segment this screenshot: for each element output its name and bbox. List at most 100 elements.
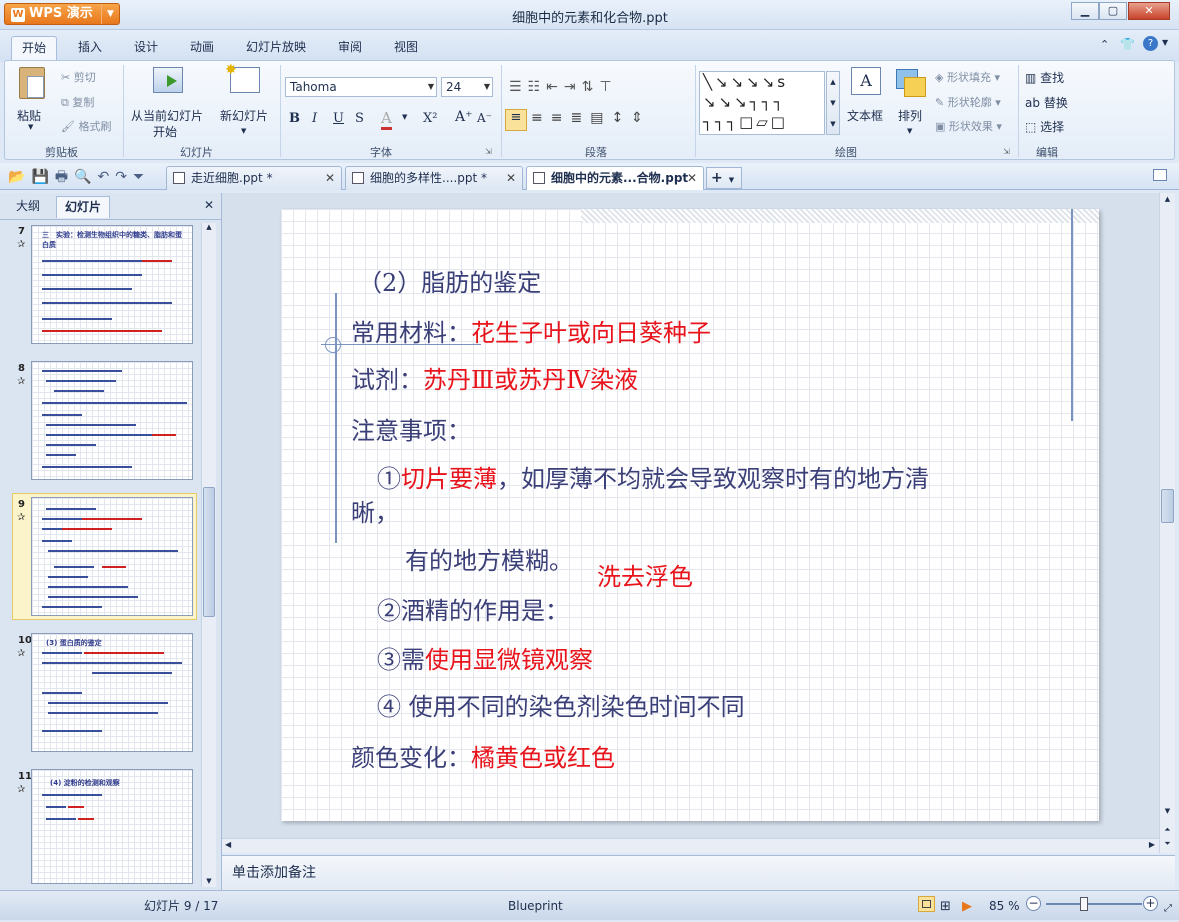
shapes-gallery-scroll[interactable]: ▲ ▼ ▼ bbox=[826, 71, 840, 135]
font-dialog-launcher-icon[interactable]: ⇲ bbox=[485, 147, 492, 156]
paragraph-spacing-icon[interactable]: ⇕ bbox=[631, 110, 651, 126]
maximize-button[interactable]: ▢ bbox=[1099, 2, 1127, 20]
bullet-list-icon[interactable]: ☰ bbox=[509, 79, 528, 95]
justify-icon[interactable]: ≣ bbox=[570, 110, 590, 126]
bold-button[interactable]: B bbox=[289, 111, 300, 126]
textbox-button[interactable]: A 文本框 bbox=[845, 65, 889, 137]
line-spacing-icon[interactable]: ↕ bbox=[611, 110, 631, 126]
window-layout-icon[interactable] bbox=[1153, 169, 1167, 181]
next-slide-icon[interactable]: ⏷ bbox=[1160, 839, 1175, 849]
tab-view[interactable]: 视图 bbox=[384, 36, 428, 62]
scroll-down-icon[interactable]: ▼ bbox=[202, 877, 216, 885]
scroll-left-icon[interactable]: ◀ bbox=[225, 840, 231, 849]
decrease-indent-icon[interactable]: ⇤ bbox=[546, 79, 564, 95]
doc-tab-2[interactable]: 细胞的多样性....ppt * ✕ bbox=[345, 166, 523, 190]
slides-scrollbar[interactable]: ▲ ▼ bbox=[201, 223, 216, 887]
chevron-down-icon[interactable]: ▼ bbox=[402, 113, 407, 121]
slide-thumbnail-9[interactable] bbox=[31, 497, 193, 616]
new-tab-button[interactable]: + ▼ bbox=[706, 167, 742, 189]
wps-app-menu-button[interactable]: W WPS 演示 ▼ bbox=[4, 3, 120, 25]
align-left-button[interactable]: ≡ bbox=[505, 109, 527, 131]
close-tab-icon[interactable]: ✕ bbox=[506, 167, 516, 189]
font-name-select[interactable]: Tahoma ▼ bbox=[285, 77, 437, 97]
superscript-button[interactable]: X² bbox=[423, 111, 437, 126]
editor-horizontal-scrollbar[interactable]: ◀ ▶ bbox=[222, 838, 1159, 853]
slide-thumbnail-8[interactable] bbox=[31, 361, 193, 480]
doc-tab-3[interactable]: 细胞中的元素...合物.ppt ✕ bbox=[526, 166, 704, 190]
slide-thumbnail-7[interactable]: 三 实验：检测生物组织中的糖类、脂肪和蛋白质 bbox=[31, 225, 193, 344]
customize-toolbar-icon[interactable]: ⏷ bbox=[133, 169, 150, 185]
shape-outline-button[interactable]: ✎ 形状轮廓 ▾ bbox=[935, 94, 1001, 110]
close-tab-icon[interactable]: ✕ bbox=[325, 167, 335, 189]
arrange-button[interactable]: 排列 ▼ bbox=[890, 65, 930, 137]
previous-slide-icon[interactable]: ⏶ bbox=[1160, 825, 1175, 835]
close-tab-icon[interactable]: ✕ bbox=[687, 167, 697, 189]
tab-insert[interactable]: 插入 bbox=[68, 36, 112, 62]
zoom-out-button[interactable]: − bbox=[1026, 896, 1041, 911]
format-painter-button[interactable]: 🖌 格式刷 bbox=[61, 118, 111, 134]
tab-home[interactable]: 开始 bbox=[11, 36, 58, 62]
collapse-ribbon-icon[interactable]: ⌃ bbox=[1100, 38, 1109, 51]
copy-button[interactable]: ⧉ 复制 bbox=[61, 94, 94, 110]
tab-outline[interactable]: 大纲 bbox=[8, 196, 48, 218]
scroll-thumb[interactable] bbox=[203, 487, 215, 617]
shapes-gallery[interactable]: ╲↘↘↘↘ꜱ ↘↘↘┐┐┐ ┐┐┐□▱□ bbox=[699, 71, 825, 135]
zoom-in-button[interactable]: + bbox=[1143, 896, 1158, 911]
distribute-icon[interactable]: ▤ bbox=[590, 110, 611, 126]
text-direction-icon[interactable]: ⇅ bbox=[582, 79, 600, 95]
shape-fill-button[interactable]: ◈ 形状填充 ▾ bbox=[935, 69, 1000, 85]
help-dropdown-icon[interactable]: ▼ bbox=[1162, 38, 1168, 47]
increase-indent-icon[interactable]: ⇥ bbox=[564, 79, 582, 95]
slide-thumbnail-11[interactable]: (4) 淀粉的检测和观察 bbox=[31, 769, 193, 884]
select-button[interactable]: ⬚ 选择 bbox=[1025, 118, 1064, 135]
replace-button[interactable]: ab 替换 bbox=[1025, 94, 1068, 111]
new-slide-button[interactable]: ✸ 新幻灯片 ▼ bbox=[218, 62, 274, 137]
close-button[interactable]: ✕ bbox=[1128, 2, 1170, 20]
minimize-button[interactable]: ▁ bbox=[1071, 2, 1099, 20]
zoom-slider[interactable] bbox=[1046, 903, 1142, 905]
tab-slides[interactable]: 幻灯片 bbox=[56, 196, 111, 218]
align-center-icon[interactable]: ≡ bbox=[531, 110, 551, 126]
tab-slideshow[interactable]: 幻灯片放映 bbox=[236, 36, 316, 62]
fit-window-icon[interactable]: ⤢ bbox=[1164, 896, 1172, 922]
undo-icon[interactable]: ↶ bbox=[98, 169, 116, 185]
cut-button[interactable]: ✂ 剪切 bbox=[61, 69, 96, 85]
underline-button[interactable]: U bbox=[333, 111, 344, 126]
font-color-button[interactable]: A bbox=[381, 109, 392, 130]
slideshow-view-icon[interactable]: ▶ bbox=[962, 894, 972, 920]
zoom-slider-thumb[interactable] bbox=[1080, 897, 1088, 911]
print-preview-icon[interactable]: 🔍 bbox=[74, 169, 97, 185]
align-right-icon[interactable]: ≡ bbox=[551, 110, 571, 126]
scroll-right-icon[interactable]: ▶ bbox=[1149, 840, 1155, 849]
tab-review[interactable]: 审阅 bbox=[328, 36, 372, 62]
skin-icon[interactable]: 👕 bbox=[1120, 37, 1135, 51]
slide-canvas[interactable]: （2）脂肪的鉴定 常用材料：花生子叶或向日葵种子 试剂：苏丹Ⅲ或苏丹Ⅳ染液 注意… bbox=[281, 209, 1099, 821]
shrink-font-button[interactable]: A⁻ bbox=[477, 111, 492, 125]
print-icon[interactable]: 🖶 bbox=[55, 169, 74, 185]
paste-button[interactable]: 粘贴 ▼ bbox=[13, 67, 53, 131]
find-button[interactable]: ▥ 查找 bbox=[1025, 69, 1064, 86]
help-icon[interactable]: ? bbox=[1143, 36, 1158, 51]
scroll-down-icon[interactable]: ▼ bbox=[1160, 807, 1175, 815]
from-current-slide-button[interactable]: 从当前幻灯片 开始 bbox=[129, 65, 207, 139]
notes-pane[interactable]: 单击添加备注 bbox=[222, 855, 1175, 890]
scroll-up-icon[interactable]: ▲ bbox=[202, 223, 216, 231]
scroll-up-icon[interactable]: ▲ bbox=[1160, 195, 1175, 203]
close-panel-icon[interactable]: ✕ bbox=[204, 198, 214, 212]
italic-button[interactable]: I bbox=[312, 111, 317, 126]
slide-thumbnail-10[interactable]: (3) 蛋白质的鉴定 bbox=[31, 633, 193, 752]
grow-font-button[interactable]: A⁺ bbox=[455, 109, 473, 125]
open-folder-icon[interactable]: 📂 bbox=[8, 169, 31, 185]
normal-view-button[interactable] bbox=[918, 896, 935, 912]
shape-effect-button[interactable]: ▣ 形状效果 ▾ bbox=[935, 118, 1002, 134]
align-text-icon[interactable]: ⊤ bbox=[599, 79, 617, 95]
shadow-button[interactable]: S bbox=[355, 111, 364, 126]
tab-design[interactable]: 设计 bbox=[124, 36, 168, 62]
doc-tab-1[interactable]: 走近细胞.ppt * ✕ bbox=[166, 166, 342, 190]
scroll-thumb[interactable] bbox=[1161, 489, 1174, 523]
font-size-select[interactable]: 24 ▼ bbox=[441, 77, 493, 97]
slide-sorter-icon[interactable]: ⊞ bbox=[940, 894, 951, 920]
save-icon[interactable]: 💾 bbox=[31, 169, 54, 185]
editor-vertical-scrollbar[interactable]: ▲ ▼ ⏶ ⏷ bbox=[1159, 193, 1175, 853]
drawing-dialog-launcher-icon[interactable]: ⇲ bbox=[1003, 147, 1010, 156]
